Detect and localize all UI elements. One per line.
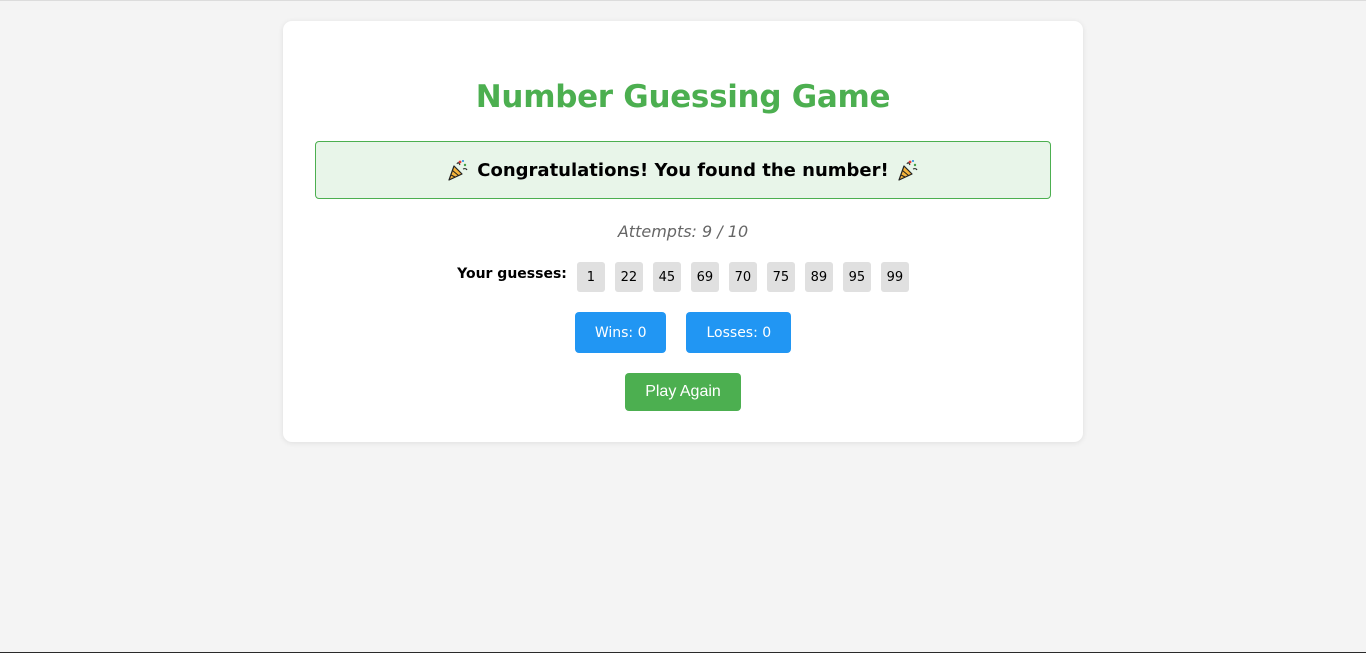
party-popper-icon [448, 160, 468, 181]
success-message-banner: Congratulations! You found the number! [315, 141, 1051, 199]
guess-chips: 1 22 45 69 70 75 89 95 99 [576, 262, 909, 292]
window-top-border [0, 0, 1366, 1]
losses-button[interactable]: Losses: 0 [686, 312, 792, 353]
wins-button[interactable]: Wins: 0 [574, 312, 667, 353]
attempts-counter: Attempts: 9 / 10 [617, 222, 749, 241]
guess-chip: 70 [728, 262, 757, 292]
guess-chip: 69 [690, 262, 719, 292]
page-title: Number Guessing Game [475, 79, 891, 115]
guess-chip: 1 [576, 262, 605, 292]
game-card: Number Guessing Game Congratulations! Yo… [283, 21, 1083, 442]
guess-chip: 22 [614, 262, 643, 292]
play-again-button[interactable]: Play Again [625, 373, 741, 411]
guess-chip: 75 [766, 262, 795, 292]
score-stats: Wins: 0 Losses: 0 [283, 312, 1083, 353]
guesses-label: Your guesses: [457, 266, 567, 282]
success-message-text: Congratulations! You found the number! [477, 159, 889, 181]
guess-chip: 95 [842, 262, 871, 292]
guess-chip: 45 [652, 262, 681, 292]
guess-chip: 99 [880, 262, 909, 292]
party-popper-icon [898, 160, 918, 181]
guesses-list: Your guesses: 1 22 45 69 70 75 89 95 99 [283, 262, 1083, 292]
guess-chip: 89 [804, 262, 833, 292]
